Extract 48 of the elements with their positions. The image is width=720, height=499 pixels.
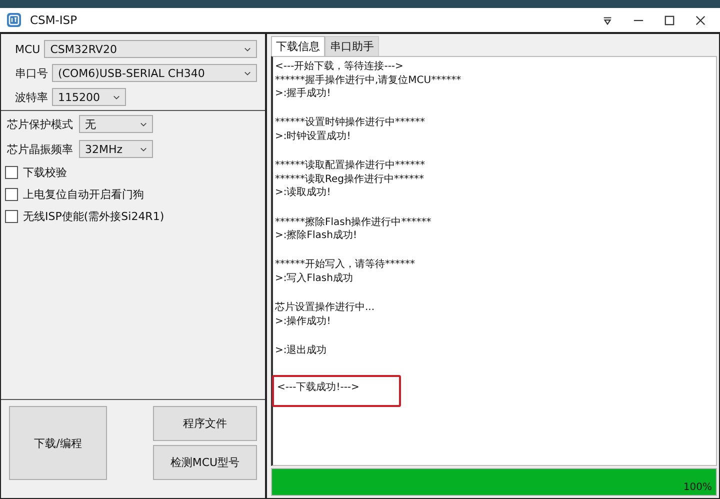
action-button[interactable]: 检测MCU型号 [153, 445, 257, 480]
log-line: ******开始写入，请等待****** [275, 258, 415, 272]
progress-reading: 100% [683, 482, 712, 493]
log-line: >:操作成功! [275, 314, 332, 328]
field-label: 波特率 [15, 90, 48, 104]
chevron-down-icon [113, 94, 120, 100]
field-label: MCU [15, 42, 40, 56]
log-line: >:擦除Flash成功! [275, 229, 358, 243]
dropdown-field[interactable]: 115200 [52, 88, 126, 106]
window-title: CSM-ISP [30, 13, 78, 27]
tab[interactable]: 下载信息 [271, 36, 325, 56]
checkbox-label: 下载校验 [23, 165, 67, 180]
log-line: ******读取Reg操作进行中****** [275, 172, 425, 186]
tab[interactable]: 串口助手 [325, 36, 379, 56]
log-line: >:退出成功 [275, 344, 327, 358]
checkbox[interactable] [5, 188, 18, 201]
checkbox[interactable] [5, 166, 18, 179]
checkbox[interactable] [5, 210, 18, 223]
field-label: 芯片晶振频率 [7, 142, 73, 156]
log-line: >:时钟设置成功! [275, 130, 352, 144]
close-icon[interactable] [695, 14, 706, 26]
download-program-button[interactable]: 下载/编程 [9, 406, 107, 480]
log-line: ******握手操作进行中,请复位MCU****** [275, 74, 462, 88]
app-logo-icon [6, 12, 22, 28]
log-line: >:读取成功! [275, 186, 332, 200]
log-line: >:写入Flash成功 [275, 272, 354, 286]
action-button[interactable]: 程序文件 [153, 406, 257, 441]
chevron-down-icon [244, 70, 251, 76]
field-label: 芯片保护模式 [7, 116, 73, 132]
chevron-down-icon [244, 46, 251, 52]
log-line: 芯片设置操作进行中... [275, 301, 375, 315]
maximize-icon[interactable] [664, 14, 675, 26]
dropdown-field[interactable]: 无 [79, 115, 153, 133]
checkbox-label: 上电复位自动开启看门狗 [23, 187, 144, 202]
dropdown-field[interactable]: (COM6)USB-SERIAL CH340 [52, 64, 257, 82]
log-line: ******设置时钟操作进行中****** [275, 116, 425, 130]
checkbox-label: 无线ISP使能(需外接Si24R1) [23, 209, 164, 224]
log-line: >:握手成功! [275, 87, 332, 101]
chevron-down-icon [140, 122, 147, 126]
field-label: 串口号 [15, 66, 48, 80]
log-line: ******擦除Flash操作进行中****** [275, 216, 432, 230]
log-line: <---下载成功!---> [277, 381, 360, 395]
log-line: ******读取配置操作进行中****** [275, 159, 425, 173]
chevron-down-icon [140, 146, 147, 152]
dropdown-field[interactable]: 32MHz [79, 140, 153, 158]
dropdown-field[interactable]: CSM32RV20 [44, 40, 257, 58]
dropdown-icon[interactable] [602, 14, 613, 26]
log-line: <---开始下载，等待连接---> [275, 60, 404, 74]
